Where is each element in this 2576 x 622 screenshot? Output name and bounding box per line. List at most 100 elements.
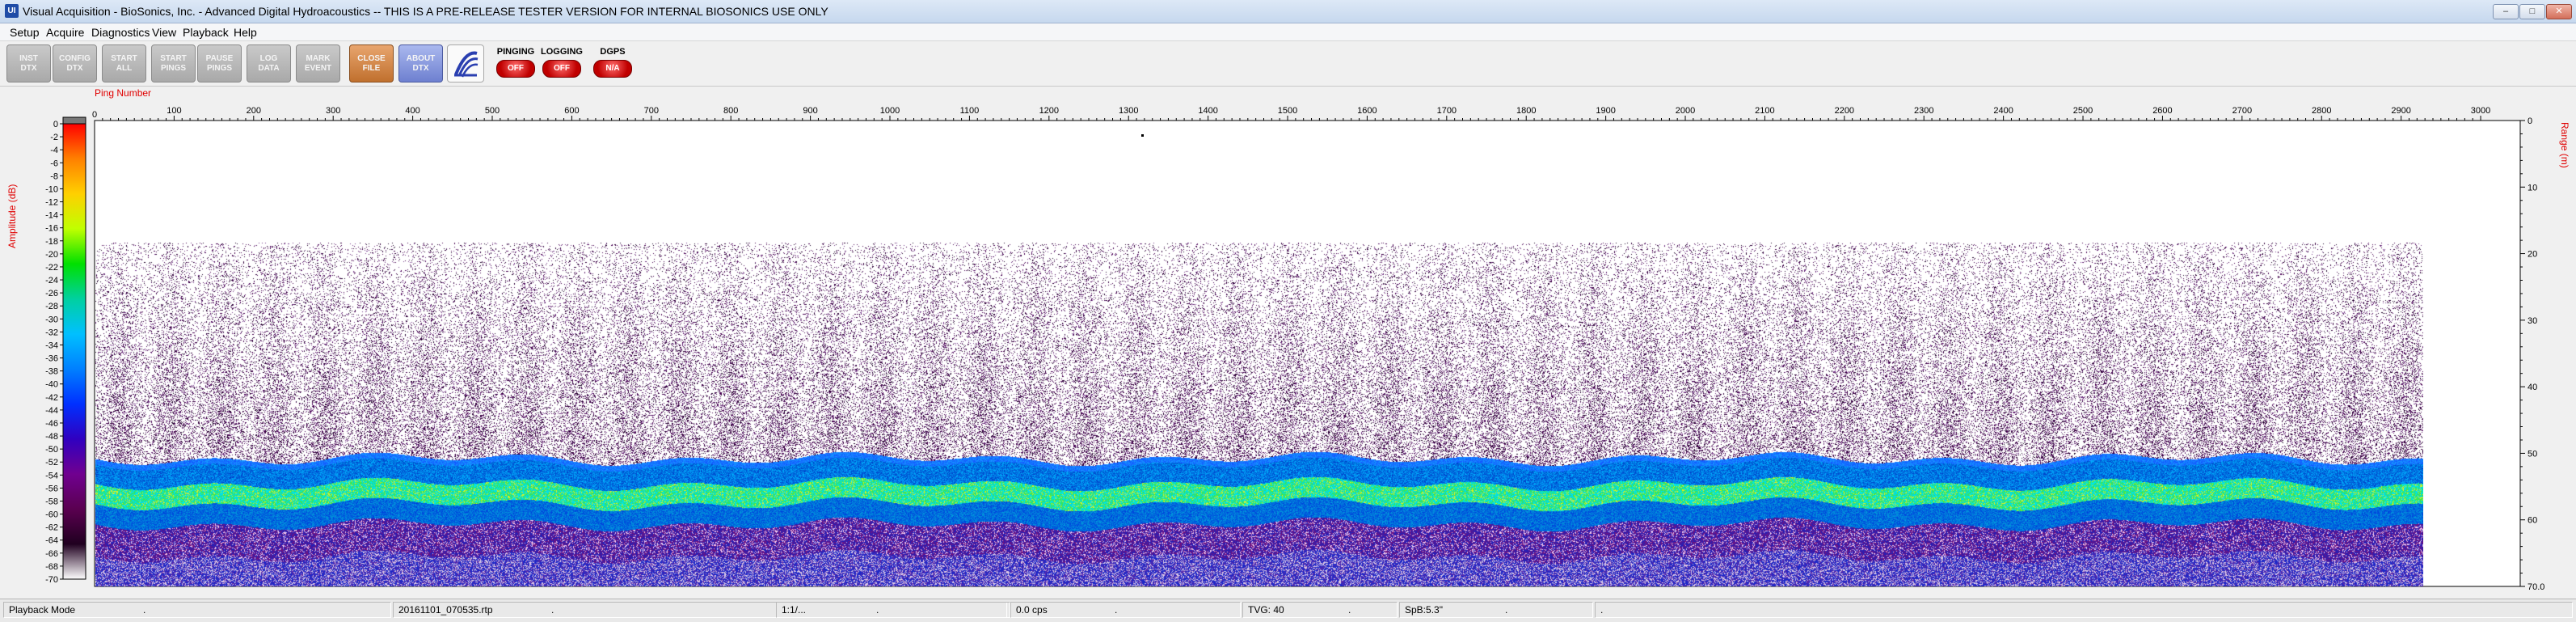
pinging-indicator: PINGING OFF <box>493 44 538 83</box>
amplitude-tick-label: -38 <box>45 367 58 377</box>
x-tick-label: 1500 <box>1278 106 1297 116</box>
x-tick-label: 2900 <box>2391 106 2410 116</box>
amplitude-tick-label: -18 <box>45 237 58 247</box>
about-dtx-button[interactable]: ABOUT DTX <box>398 44 443 83</box>
range-tick-label: 0 <box>2528 116 2532 126</box>
x-tick-label: 400 <box>405 106 419 116</box>
logging-state: OFF <box>542 60 581 78</box>
config-dtx-button[interactable]: CONFIG DTX <box>53 44 97 83</box>
biosonics-logo-icon[interactable] <box>447 44 484 83</box>
amplitude-tick-label: 0 <box>53 120 58 129</box>
start-all-button[interactable]: START ALL <box>102 44 146 83</box>
amplitude-tick-label: -64 <box>45 536 58 546</box>
close-file-button[interactable]: CLOSE FILE <box>349 44 394 83</box>
x-tick-label: 900 <box>803 106 817 116</box>
x-tick-label: 2100 <box>1755 106 1774 116</box>
x-tick-label: 1000 <box>880 106 900 116</box>
amplitude-tick-label: -48 <box>45 432 58 442</box>
amplitude-tick-label: -62 <box>45 523 58 533</box>
amplitude-tick-label: -52 <box>45 458 58 468</box>
echogram-panel: Ping Number Amplitude (dB) Range (m) 0 10… <box>0 87 2576 598</box>
x-tick-label: 2300 <box>1914 106 1933 116</box>
amplitude-tick-label: -4 <box>50 146 58 155</box>
logging-indicator: LOGGING OFF <box>539 44 584 83</box>
x-tick-label: 100 <box>167 106 181 116</box>
amplitude-tick-label: -32 <box>45 328 58 337</box>
amplitude-tick-label: -8 <box>50 171 58 181</box>
start-pings-button[interactable]: START PINGS <box>151 44 196 83</box>
logging-label: LOGGING <box>541 47 583 57</box>
inst-dtx-button[interactable]: INST DTX <box>6 44 51 83</box>
menu-help[interactable]: Help <box>234 26 257 39</box>
x-tick-label: 200 <box>247 106 261 116</box>
status-bar: Playback Mode. 20161101_070535.rtp. 1:1/… <box>0 599 2576 622</box>
mark-event-button[interactable]: MARK EVENT <box>296 44 340 83</box>
x-tick-label: 500 <box>485 106 500 116</box>
app-icon: UI <box>5 4 19 18</box>
x-tick-label: 0 <box>92 110 97 120</box>
amplitude-tick-label: -60 <box>45 510 58 520</box>
amplitude-tick-label: -70 <box>45 575 58 585</box>
amplitude-tick-label: -28 <box>45 302 58 311</box>
close-window-button[interactable]: ✕ <box>2546 4 2572 19</box>
status-ratio: 1:1/.... <box>776 602 1010 618</box>
amplitude-tick-label: -34 <box>45 341 58 350</box>
amplitude-tick-label: -20 <box>45 250 58 260</box>
x-tick-label: 1200 <box>1039 106 1059 116</box>
x-tick-label: 2000 <box>1676 106 1695 116</box>
menu-bar: Setup Acquire Diagnostics View Playback … <box>0 23 2576 41</box>
echogram-plot[interactable]: 0 100 200 300 400 500 600 700 800 900 1000 1100 1200… <box>0 87 2576 598</box>
amplitude-tick-label: -6 <box>50 159 58 168</box>
amplitude-tick-label: -46 <box>45 419 58 429</box>
range-tick-label: 10 <box>2528 183 2537 193</box>
range-tick-label: 50 <box>2528 449 2537 459</box>
amplitude-tick-label: -26 <box>45 289 58 298</box>
echogram-image <box>95 121 2423 586</box>
log-data-button[interactable]: LOG DATA <box>247 44 291 83</box>
range-tick-label: 40 <box>2528 383 2537 392</box>
menu-view[interactable]: View <box>152 26 176 39</box>
status-extra: . <box>1595 602 2573 618</box>
x-tick-label: 600 <box>564 106 579 116</box>
amplitude-tick-label: -58 <box>45 497 58 506</box>
range-tick-label: 70.0 <box>2528 582 2544 592</box>
x-tick-label: 2500 <box>2073 106 2093 116</box>
x-tick-label: 1400 <box>1198 106 1217 116</box>
status-mode: Playback Mode. <box>3 602 391 618</box>
amplitude-tick-label: -24 <box>45 276 58 286</box>
menu-acquire[interactable]: Acquire <box>46 26 84 39</box>
range-tick-label: 60 <box>2528 516 2537 526</box>
minimize-button[interactable]: – <box>2493 4 2519 19</box>
amplitude-tick-label: -40 <box>45 380 58 390</box>
amplitude-tick-label: -14 <box>45 211 58 221</box>
pinging-state: OFF <box>496 60 535 78</box>
x-tick-label: 1900 <box>1596 106 1615 116</box>
amplitude-tick-label: -30 <box>45 315 58 324</box>
maximize-button[interactable]: □ <box>2519 4 2545 19</box>
x-tick-label: 2200 <box>1835 106 1854 116</box>
window-title: Visual Acquisition - BioSonics, Inc. - A… <box>23 5 828 18</box>
x-tick-label: 3000 <box>2471 106 2490 116</box>
amplitude-tick-label: -16 <box>45 224 58 234</box>
amplitude-tick-label: -66 <box>45 549 58 559</box>
dgps-state: N/A <box>593 60 632 78</box>
amplitude-tick-label: -56 <box>45 484 58 493</box>
amplitude-tick-label: -68 <box>45 562 58 572</box>
marker-dot <box>1141 134 1144 137</box>
amplitude-tick-label: -12 <box>45 198 58 208</box>
menu-diagnostics[interactable]: Diagnostics <box>91 26 150 39</box>
menu-setup[interactable]: Setup <box>10 26 40 39</box>
pinging-label: PINGING <box>496 47 535 57</box>
amplitude-colorbar <box>62 123 86 580</box>
range-tick-label: 20 <box>2528 250 2537 260</box>
range-tick-label: 30 <box>2528 316 2537 326</box>
toolbar: INST DTX CONFIG DTX START ALL START PING… <box>0 41 2576 87</box>
status-tvg: TVG: 40. <box>1242 602 1398 618</box>
x-tick-label: 700 <box>644 106 659 116</box>
amplitude-tick-label: -50 <box>45 445 58 455</box>
x-tick-label: 800 <box>723 106 738 116</box>
amplitude-tick-label: -2 <box>50 133 58 142</box>
pause-pings-button[interactable]: PAUSE PINGS <box>197 44 242 83</box>
menu-playback[interactable]: Playback <box>183 26 229 39</box>
x-tick-label: 2700 <box>2232 106 2252 116</box>
